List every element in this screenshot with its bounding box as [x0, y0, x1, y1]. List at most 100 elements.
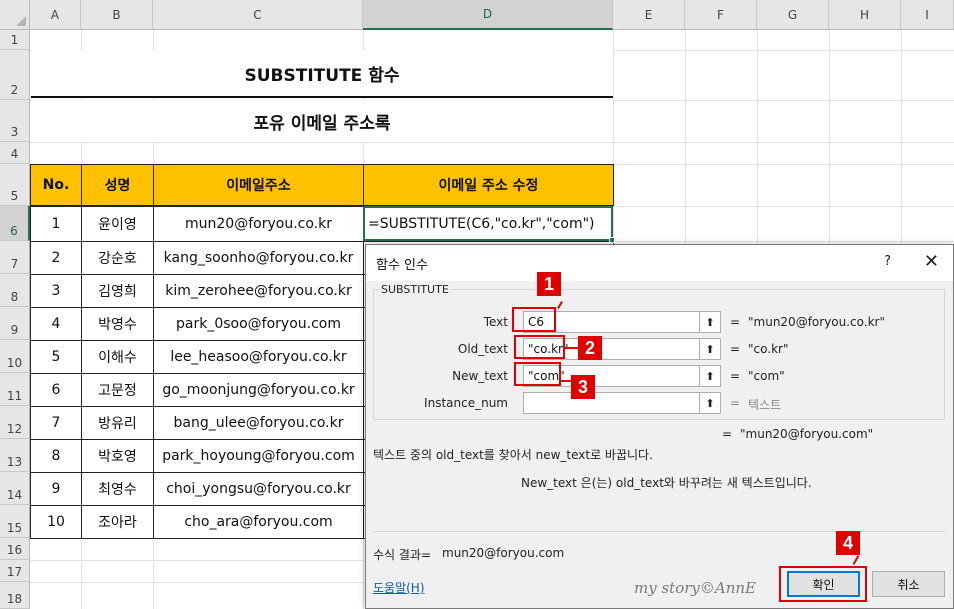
row-header-16[interactable]: 16: [0, 538, 30, 560]
annotation-badge-1: 1: [537, 272, 561, 296]
column-header-d[interactable]: D: [363, 0, 613, 30]
help-link[interactable]: 도움말(H): [373, 579, 425, 596]
column-header-c[interactable]: C: [153, 0, 363, 30]
column-header-a[interactable]: A: [30, 0, 81, 30]
header-email[interactable]: 이메일주소: [153, 164, 364, 206]
annotation-connector: [561, 380, 571, 382]
function-name: SUBSTITUTE: [379, 283, 451, 296]
watermark: my story©AnnE: [634, 579, 756, 597]
arg-input-instance-num[interactable]: [523, 392, 701, 414]
cell-name[interactable]: 방유리: [81, 406, 154, 440]
cell-name[interactable]: 박호영: [81, 439, 154, 473]
row-header-1[interactable]: 1: [0, 30, 30, 50]
cell-no[interactable]: 6: [30, 373, 82, 407]
cell-no[interactable]: 5: [30, 340, 82, 374]
cell-no[interactable]: 9: [30, 472, 82, 506]
argument-description: New_text 은(는) old_text와 바꾸려는 새 텍스트입니다.: [521, 476, 812, 490]
row-header-5[interactable]: 5: [0, 164, 30, 206]
cell-no[interactable]: 2: [30, 241, 82, 275]
total-equals: =: [722, 427, 733, 441]
arg-label-instance-num: Instance_num: [424, 396, 508, 410]
cell-name[interactable]: 최영수: [81, 472, 154, 506]
row-header-7[interactable]: 7: [0, 241, 30, 274]
row-header-9[interactable]: 9: [0, 307, 30, 340]
cell-email[interactable]: kim_zerohee@foryou.co.kr: [153, 274, 364, 308]
annotation-badge-2: 2: [578, 336, 602, 360]
cancel-button[interactable]: 취소: [872, 571, 945, 597]
annotation-badge-3: 3: [571, 375, 595, 399]
arguments-group: SUBSTITUTE Text C6 ⬆ = "mun20@foryou.co.…: [373, 283, 945, 420]
header-name[interactable]: 성명: [81, 164, 154, 206]
cell-no[interactable]: 7: [30, 406, 82, 440]
collapse-dialog-icon[interactable]: ⬆: [699, 311, 721, 333]
cell-no[interactable]: 8: [30, 439, 82, 473]
arg-result-new-text: "com": [748, 369, 785, 383]
fill-handle[interactable]: [609, 237, 615, 243]
row-header-17[interactable]: 17: [0, 560, 30, 582]
cell-email[interactable]: go_moonjung@foryou.co.kr: [153, 373, 364, 407]
sheet-title[interactable]: SUBSTITUTE 함수: [31, 50, 613, 98]
row-header-4[interactable]: 4: [0, 142, 30, 164]
column-header-i[interactable]: I: [901, 0, 954, 30]
highlight-text-arg: [512, 307, 556, 332]
cell-email[interactable]: park_0soo@foryou.com: [153, 307, 364, 341]
arg-equals: =: [730, 396, 741, 410]
arg-result-instance-num: 텍스트: [748, 398, 782, 412]
cell-email[interactable]: bang_ulee@foryou.co.kr: [153, 406, 364, 440]
total-result: "mun20@foryou.com": [740, 427, 874, 441]
cell-email[interactable]: kang_soonho@foryou.co.kr: [153, 241, 364, 275]
cell-email[interactable]: mun20@foryou.co.kr: [153, 206, 364, 242]
arg-result-old-text: "co.kr": [748, 342, 789, 356]
active-cell-formula[interactable]: =SUBSTITUTE(C6,"co.kr","com"): [363, 206, 613, 241]
cell-name[interactable]: 강순호: [81, 241, 154, 275]
select-all-corner[interactable]: [0, 0, 30, 30]
row-header-2[interactable]: 2: [0, 50, 30, 100]
cell-name[interactable]: 박영수: [81, 307, 154, 341]
formula-result-label: 수식 결과=: [373, 548, 432, 562]
cell-name[interactable]: 이해수: [81, 340, 154, 374]
header-no[interactable]: No.: [30, 164, 82, 206]
cell-no[interactable]: 10: [30, 505, 82, 539]
highlight-old-text-arg: [514, 335, 565, 359]
row-header-11[interactable]: 11: [0, 373, 30, 406]
annotation-badge-4: 4: [836, 531, 860, 555]
cell-email[interactable]: lee_heasoo@foryou.co.kr: [153, 340, 364, 374]
help-icon[interactable]: ?: [884, 254, 891, 269]
row-header-6[interactable]: 6: [0, 206, 30, 241]
column-header-e[interactable]: E: [613, 0, 685, 30]
row-header-15[interactable]: 15: [0, 505, 30, 538]
dialog-titlebar[interactable]: 함수 인수: [366, 245, 953, 281]
cell-email[interactable]: choi_yongsu@foryou.co.kr: [153, 472, 364, 506]
cell-no[interactable]: 1: [30, 206, 82, 242]
arg-label-new-text: New_text: [452, 369, 508, 383]
header-email-fixed[interactable]: 이메일 주소 수정: [363, 164, 614, 206]
cell-name[interactable]: 윤이영: [81, 206, 154, 242]
collapse-dialog-icon[interactable]: ⬆: [699, 365, 721, 387]
highlight-ok-button: [779, 566, 867, 602]
row-header-10[interactable]: 10: [0, 340, 30, 373]
column-header-b[interactable]: B: [81, 0, 153, 30]
cell-email[interactable]: cho_ara@foryou.com: [153, 505, 364, 539]
cell-no[interactable]: 3: [30, 274, 82, 308]
row-header-13[interactable]: 13: [0, 439, 30, 472]
arg-equals: =: [730, 369, 741, 383]
row-header-12[interactable]: 12: [0, 406, 30, 439]
cell-name[interactable]: 고문정: [81, 373, 154, 407]
row-header-8[interactable]: 8: [0, 274, 30, 307]
collapse-dialog-icon[interactable]: ⬆: [699, 338, 721, 360]
cell-no[interactable]: 4: [30, 307, 82, 341]
column-header-f[interactable]: F: [685, 0, 757, 30]
column-header-g[interactable]: G: [757, 0, 829, 30]
row-header-18[interactable]: 18: [0, 582, 30, 609]
cell-name[interactable]: 김영희: [81, 274, 154, 308]
cell-name[interactable]: 조아라: [81, 505, 154, 539]
cell-email[interactable]: park_hoyoung@foryou.com: [153, 439, 364, 473]
row-header-14[interactable]: 14: [0, 472, 30, 505]
row-header-3[interactable]: 3: [0, 100, 30, 142]
arg-equals: =: [730, 315, 741, 329]
close-icon[interactable]: ✕: [924, 251, 939, 272]
collapse-dialog-icon[interactable]: ⬆: [699, 392, 721, 414]
highlight-new-text-arg: [514, 362, 561, 386]
column-header-h[interactable]: H: [829, 0, 901, 30]
sheet-subtitle[interactable]: 포유 이메일 주소록: [31, 100, 613, 142]
